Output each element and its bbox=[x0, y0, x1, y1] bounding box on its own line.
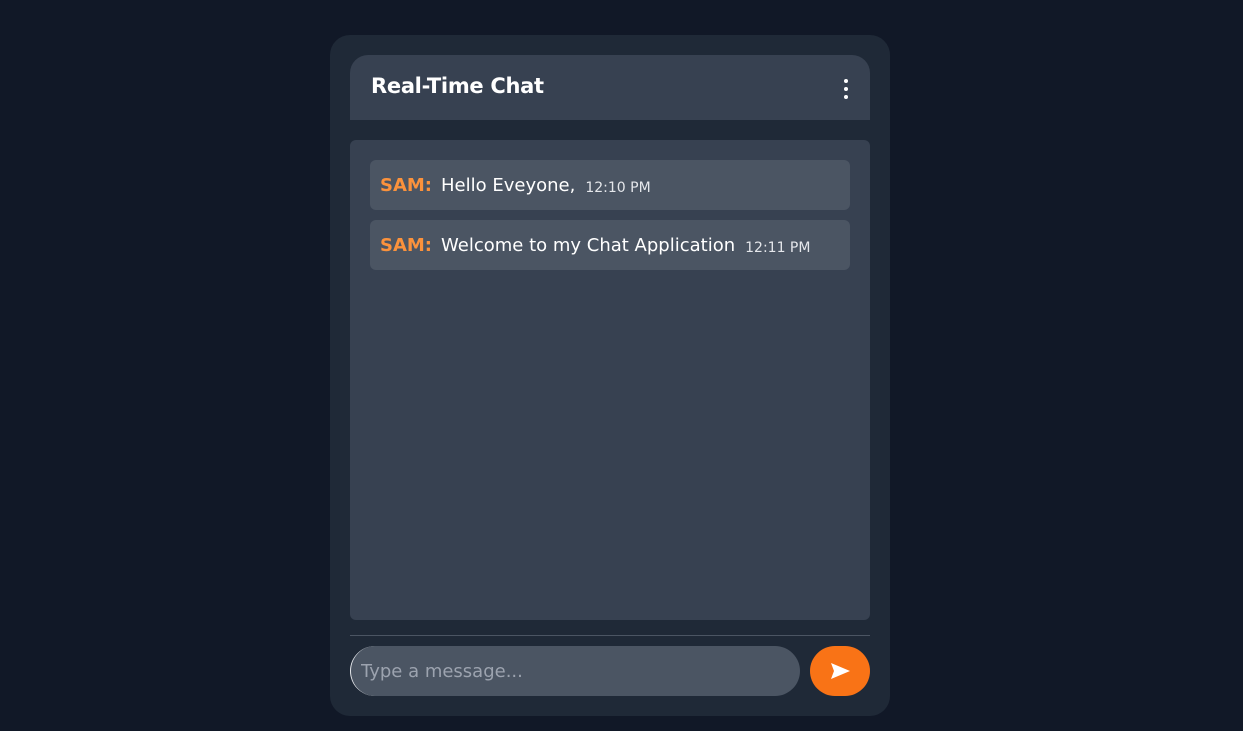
message-text: Hello Eveyone, bbox=[441, 174, 576, 196]
message-time: 12:11 PM bbox=[745, 240, 811, 256]
message-item: SAM: Hello Eveyone, 12:10 PM bbox=[370, 160, 850, 210]
composer-divider bbox=[350, 635, 870, 636]
chat-header: Real-Time Chat bbox=[350, 55, 870, 120]
message-text: Welcome to my Chat Application bbox=[441, 234, 736, 256]
more-vertical-icon[interactable] bbox=[834, 77, 858, 101]
message-input[interactable] bbox=[350, 646, 800, 696]
chat-title: Real-Time Chat bbox=[371, 74, 544, 98]
send-icon bbox=[831, 663, 850, 679]
chat-window: Real-Time Chat SAM: Hello Eveyone, 12:10… bbox=[330, 35, 890, 716]
message-item: SAM: Welcome to my Chat Application 12:1… bbox=[370, 220, 850, 270]
message-time: 12:10 PM bbox=[585, 180, 651, 196]
send-button[interactable] bbox=[810, 646, 870, 696]
message-sender: SAM: bbox=[380, 174, 433, 196]
message-sender: SAM: bbox=[380, 234, 433, 256]
message-list[interactable]: SAM: Hello Eveyone, 12:10 PM SAM: Welcom… bbox=[350, 140, 870, 620]
